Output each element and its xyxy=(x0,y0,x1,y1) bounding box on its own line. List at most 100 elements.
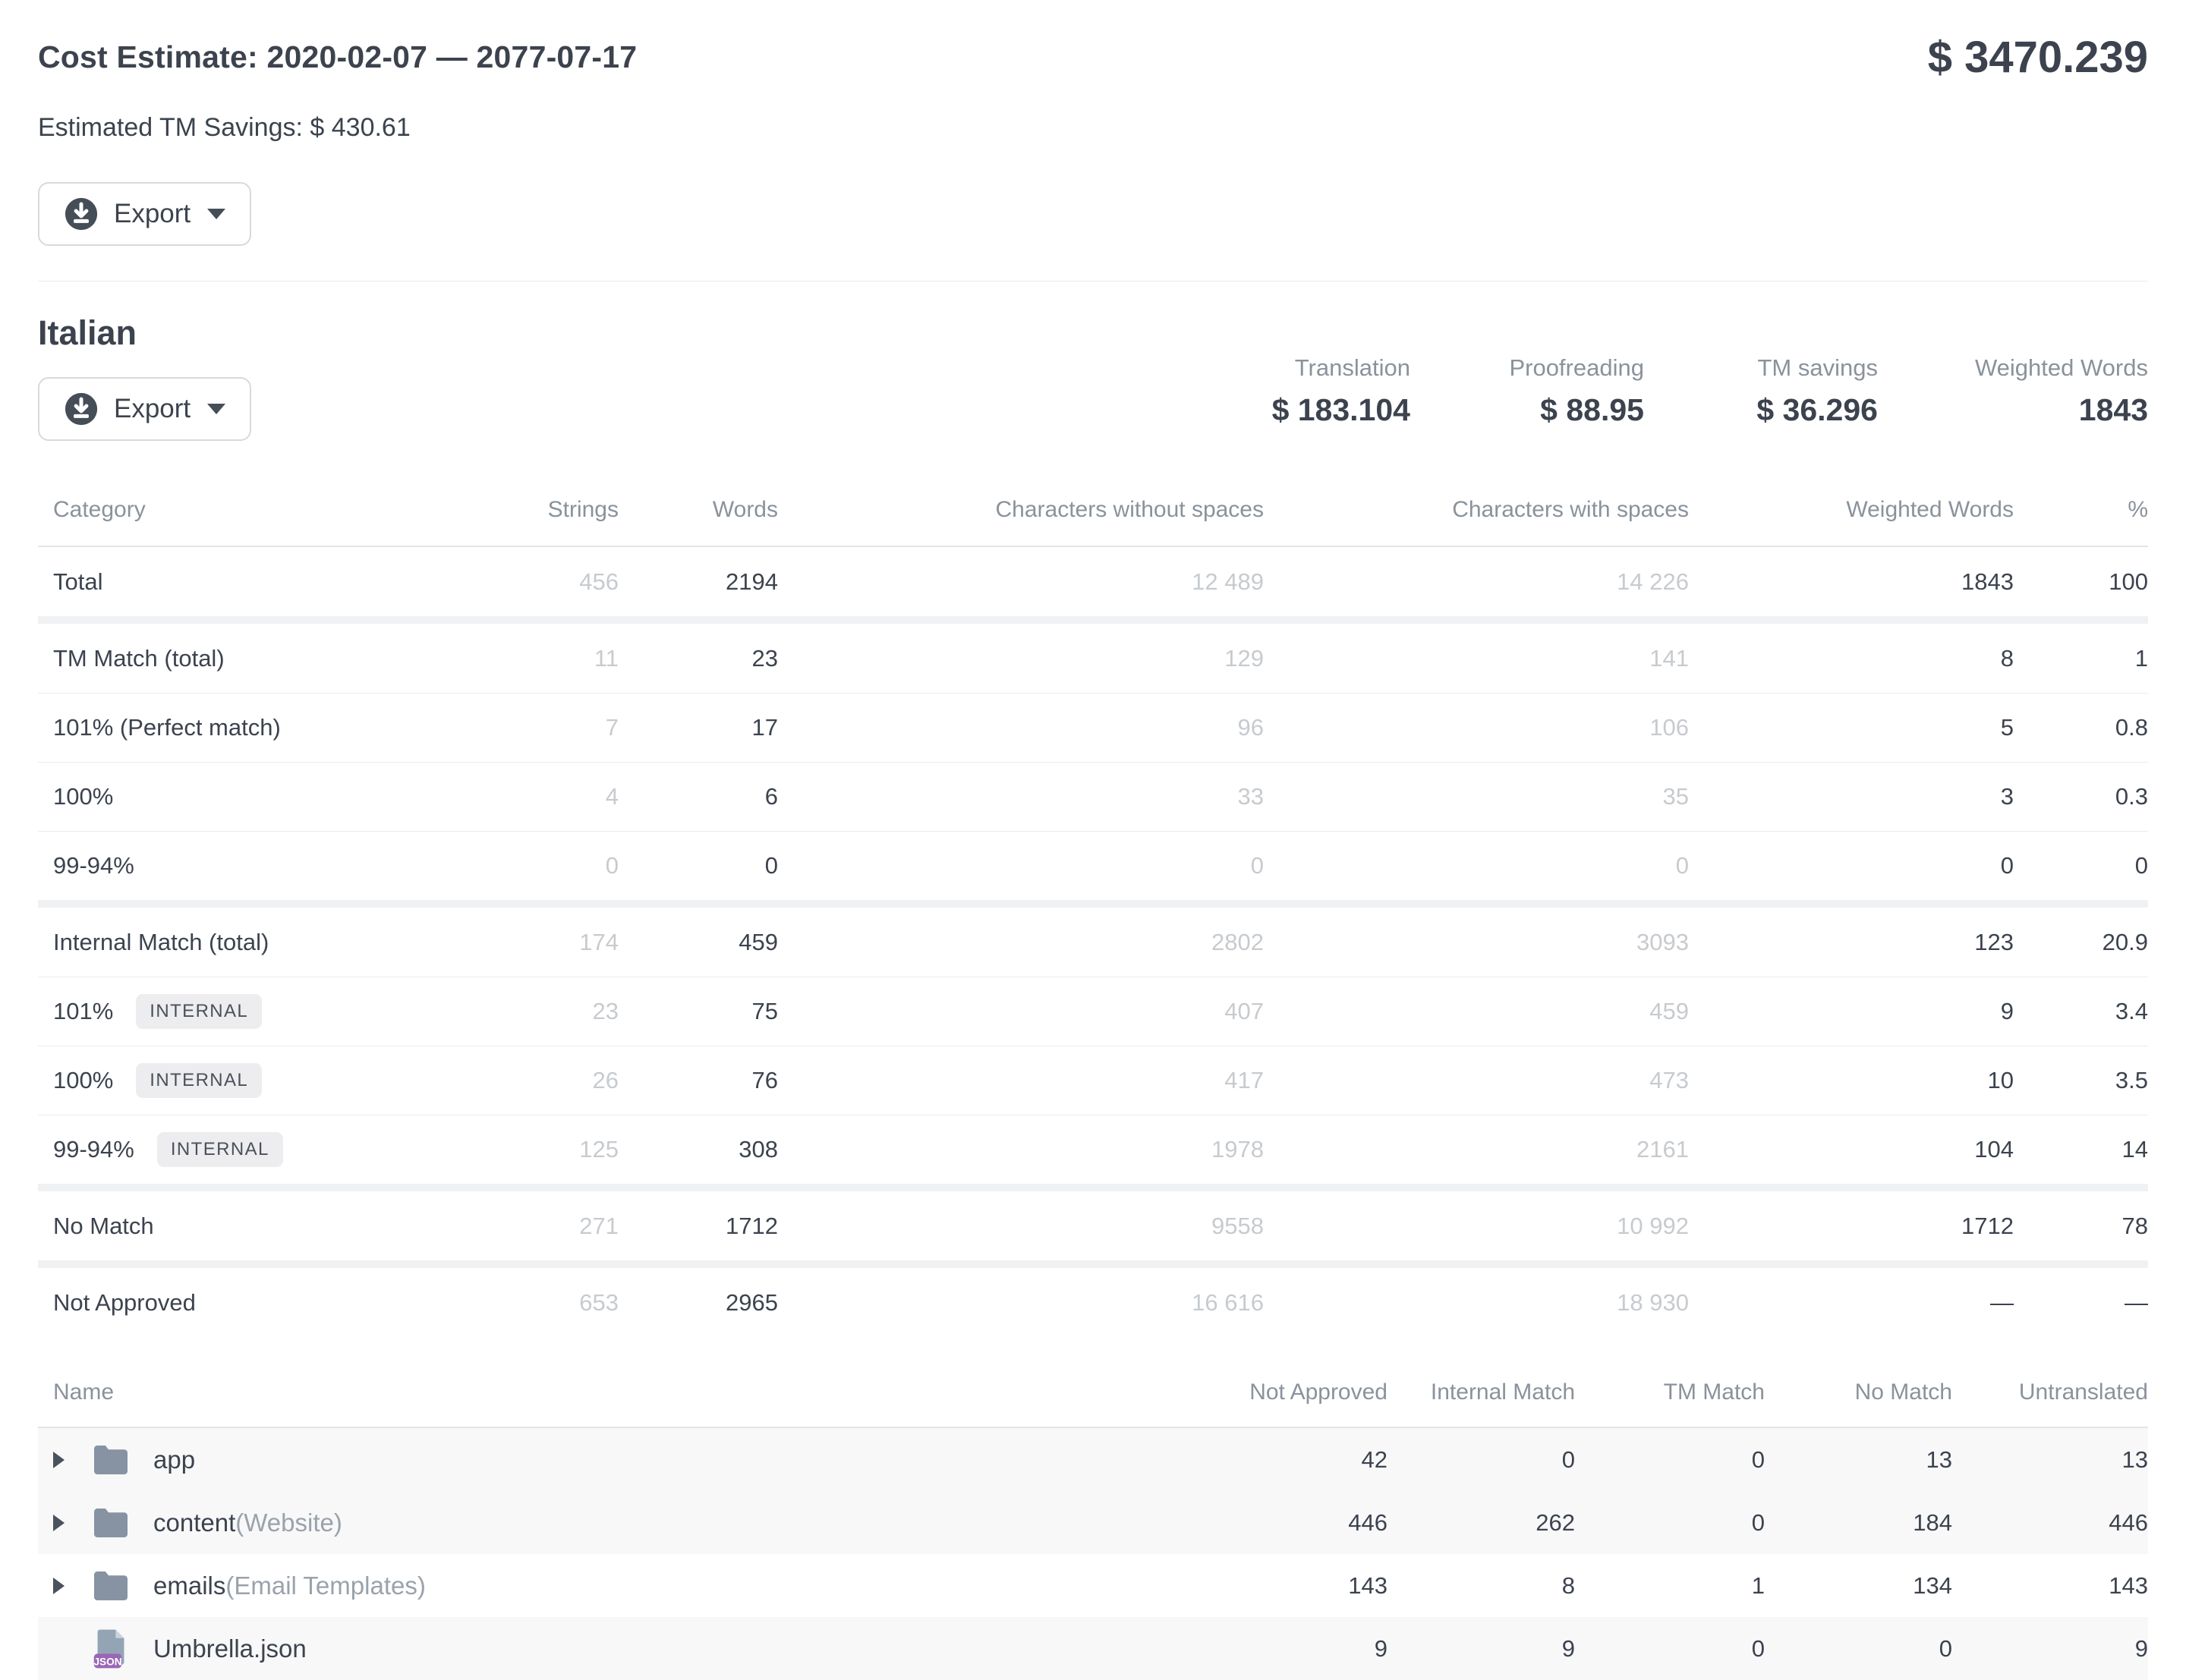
table-cell: 9 xyxy=(1199,1635,1388,1663)
table-row: 99-94%INTERNAL 125 308 1978 2161 104 14 xyxy=(38,1115,2148,1184)
table-cell: 456 xyxy=(493,568,619,596)
language-title: Italian xyxy=(38,313,251,353)
internal-badge: INTERNAL xyxy=(136,1063,262,1098)
export-button[interactable]: Export xyxy=(38,182,251,246)
table-cell: 123 xyxy=(1689,929,2014,956)
table-cell: 1712 xyxy=(1689,1213,2014,1240)
column-header: Words xyxy=(619,497,778,523)
table-cell: 143 xyxy=(1199,1572,1388,1600)
expand-button[interactable] xyxy=(53,1578,93,1594)
group-separator xyxy=(38,616,2148,624)
table-cell: 0 xyxy=(1575,1635,1765,1663)
table-cell: 1843 xyxy=(1689,568,2014,596)
table-cell: 446 xyxy=(1199,1509,1388,1537)
file-row-umbrella-json[interactable]: JSON Umbrella.json 9 9 0 0 9 xyxy=(38,1617,2148,1680)
table-cell: 0 xyxy=(1689,852,2014,879)
language-export-button[interactable]: Export xyxy=(38,377,251,441)
page-title: Cost Estimate: 2020-02-07 — 2077-07-17 xyxy=(38,39,637,75)
table-cell: — xyxy=(1689,1289,2014,1317)
table-cell: 100% INTERNAL xyxy=(53,1063,493,1098)
table-cell: 23 xyxy=(619,645,778,672)
table-row: Total 456 2194 12 489 14 226 1843 100 xyxy=(38,547,2148,616)
file-row-emails[interactable]: emails(Email Templates) 143 8 1 134 143 xyxy=(38,1554,2148,1617)
table-cell: 76 xyxy=(619,1067,778,1094)
table-cell: 459 xyxy=(1264,998,1689,1025)
group-separator xyxy=(38,1184,2148,1191)
table-row: No Match 271 1712 9558 10 992 1712 78 xyxy=(38,1191,2148,1260)
column-header: Not Approved xyxy=(1199,1380,1388,1405)
column-header: Untranslated xyxy=(1952,1380,2148,1405)
table-cell: 0 xyxy=(1388,1446,1575,1474)
cost-table: Category Strings Words Characters withou… xyxy=(38,477,2148,1337)
table-row: 99-94% 0 0 0 0 0 0 xyxy=(38,831,2148,900)
table-cell: 446 xyxy=(1952,1509,2148,1537)
column-header: % xyxy=(2014,497,2148,523)
file-row-app[interactable]: app 42 0 0 13 13 xyxy=(38,1428,2148,1491)
table-cell: 18 930 xyxy=(1264,1289,1689,1317)
caret-right-icon xyxy=(53,1515,65,1531)
table-cell: 100% xyxy=(53,783,493,810)
table-cell: Internal Match (total) xyxy=(53,929,493,956)
table-cell: 14 226 xyxy=(1264,568,1689,596)
table-cell: 308 xyxy=(619,1136,778,1163)
table-cell: 2161 xyxy=(1264,1136,1689,1163)
table-cell: 125 xyxy=(493,1136,619,1163)
export-button-label: Export xyxy=(114,199,191,229)
table-cell: 106 xyxy=(1264,714,1689,741)
table-cell: 407 xyxy=(778,998,1264,1025)
category-label: 100% xyxy=(53,1067,113,1093)
category-label: 101% xyxy=(53,998,113,1024)
file-suffix: (Email Templates) xyxy=(225,1571,425,1600)
file-name: content xyxy=(153,1509,235,1537)
table-cell: 0 xyxy=(493,852,619,879)
table-cell: 13 xyxy=(1952,1446,2148,1474)
file-name: Umbrella.json xyxy=(153,1634,307,1663)
tm-savings-line: Estimated TM Savings: $ 430.61 xyxy=(38,113,2148,143)
table-cell: 0 xyxy=(619,852,778,879)
table-cell: 141 xyxy=(1264,645,1689,672)
table-cell: 96 xyxy=(778,714,1264,741)
export-button-label: Export xyxy=(114,394,191,424)
table-cell: 143 xyxy=(1952,1572,2148,1600)
expand-button[interactable] xyxy=(53,1452,93,1468)
table-cell: 271 xyxy=(493,1213,619,1240)
table-cell: 99-94% xyxy=(53,852,493,879)
chevron-down-icon xyxy=(207,209,225,219)
page: Cost Estimate: 2020-02-07 — 2077-07-17 $… xyxy=(0,0,2186,1680)
file-row-content[interactable]: content(Website) 446 262 0 184 446 xyxy=(38,1491,2148,1554)
column-header: Characters with spaces xyxy=(1264,497,1689,523)
table-cell: 3093 xyxy=(1264,929,1689,956)
json-file-icon: JSON xyxy=(93,1628,137,1669)
column-header: Category xyxy=(53,497,493,523)
caret-right-icon xyxy=(53,1578,65,1594)
table-row: 101%INTERNAL 23 75 407 459 9 3.4 xyxy=(38,977,2148,1046)
table-cell: TM Match (total) xyxy=(53,645,493,672)
stat-proofreading: Proofreading $ 88.95 xyxy=(1507,354,1644,428)
table-cell: 174 xyxy=(493,929,619,956)
table-cell: 10 xyxy=(1689,1067,2014,1094)
folder-icon xyxy=(93,1444,137,1476)
table-cell: 3.4 xyxy=(2014,998,2148,1025)
table-row: Not Approved 653 2965 16 616 18 930 — — xyxy=(38,1268,2148,1337)
table-cell: — xyxy=(2014,1289,2148,1317)
table-cell: 0 xyxy=(1575,1509,1765,1537)
table-cell: 3.5 xyxy=(2014,1067,2148,1094)
table-cell: 459 xyxy=(619,929,778,956)
expand-button[interactable] xyxy=(53,1515,93,1531)
table-cell: 5 xyxy=(1689,714,2014,741)
table-cell: 1978 xyxy=(778,1136,1264,1163)
table-cell: No Match xyxy=(53,1213,493,1240)
table-cell: 262 xyxy=(1388,1509,1575,1537)
table-cell: 42 xyxy=(1199,1446,1388,1474)
table-row: 101% (Perfect match) 7 17 96 106 5 0.8 xyxy=(38,693,2148,762)
files-table: Name Not Approved Internal Match TM Matc… xyxy=(38,1358,2148,1680)
language-section: Italian Export Translation $ 183.104 xyxy=(38,282,2148,441)
group-separator xyxy=(38,1260,2148,1268)
table-cell: 16 616 xyxy=(778,1289,1264,1317)
table-cell: 653 xyxy=(493,1289,619,1317)
download-circle-icon xyxy=(64,197,99,231)
caret-right-icon xyxy=(53,1452,65,1468)
table-cell: 14 xyxy=(2014,1136,2148,1163)
table-cell: 75 xyxy=(619,998,778,1025)
table-cell: 184 xyxy=(1765,1509,1952,1537)
